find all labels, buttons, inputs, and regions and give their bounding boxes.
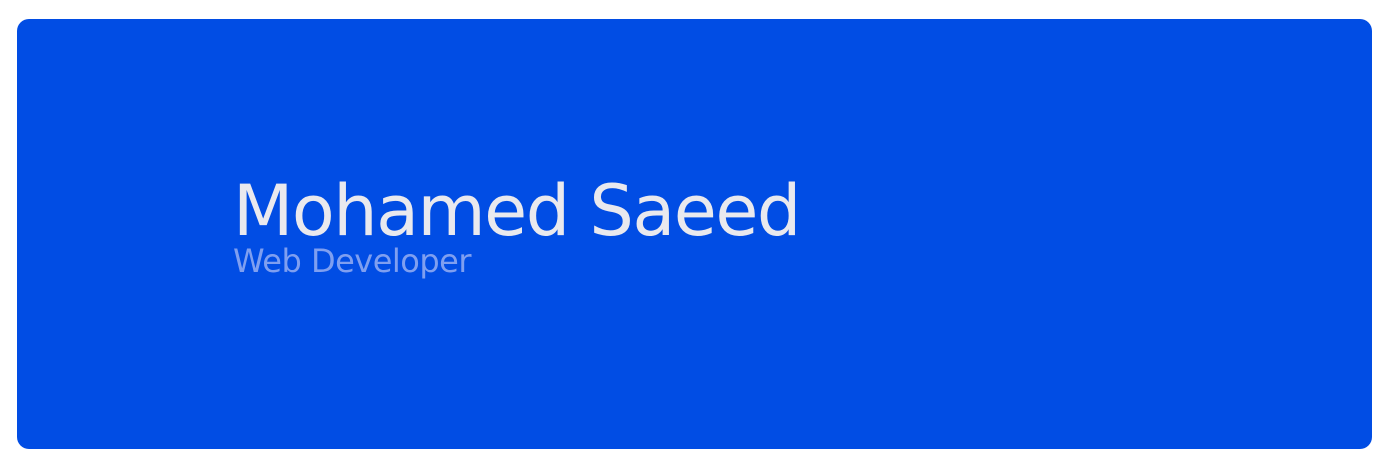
- hero-card: Mohamed Saeed Web Developer: [17, 19, 1372, 449]
- hero-text-group: Mohamed Saeed Web Developer: [233, 169, 801, 281]
